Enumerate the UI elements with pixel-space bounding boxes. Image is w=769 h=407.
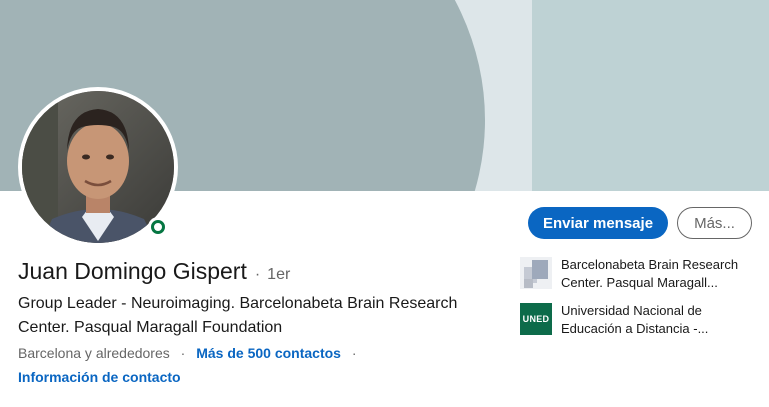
banner-panel: [532, 0, 769, 191]
organization-item[interactable]: UNED Universidad Nacional de Educación a…: [520, 302, 760, 338]
name-row: Juan Domingo Gispert · 1er: [18, 258, 290, 285]
meta-separator-2: ·: [351, 345, 357, 361]
connections-link[interactable]: Más de 500 contactos: [196, 345, 341, 361]
organization-item[interactable]: Barcelonabeta Brain Research Center. Pas…: [520, 256, 760, 292]
organization-name: Barcelonabeta Brain Research Center. Pas…: [561, 257, 739, 290]
name-separator: ·: [254, 266, 261, 283]
more-actions-button[interactable]: Más...: [677, 207, 752, 239]
online-status-indicator: [148, 217, 168, 237]
profile-meta: Barcelona y alrededores · Más de 500 con…: [18, 345, 364, 361]
connection-degree: 1er: [267, 266, 291, 283]
send-message-button[interactable]: Enviar mensaje: [528, 207, 668, 239]
organization-name: Universidad Nacional de Educación a Dist…: [561, 303, 709, 336]
profile-photo[interactable]: [18, 87, 178, 247]
uned-logo-icon: UNED: [520, 303, 552, 335]
profile-headline: Group Leader - Neuroimaging. Barcelonabe…: [18, 295, 458, 336]
barcelonabeta-logo-icon: [520, 257, 552, 289]
meta-separator: ·: [180, 345, 186, 361]
profile-location: Barcelona y alrededores: [18, 345, 170, 361]
contact-info-link[interactable]: Información de contacto: [18, 369, 181, 385]
profile-name: Juan Domingo Gispert: [18, 258, 247, 284]
